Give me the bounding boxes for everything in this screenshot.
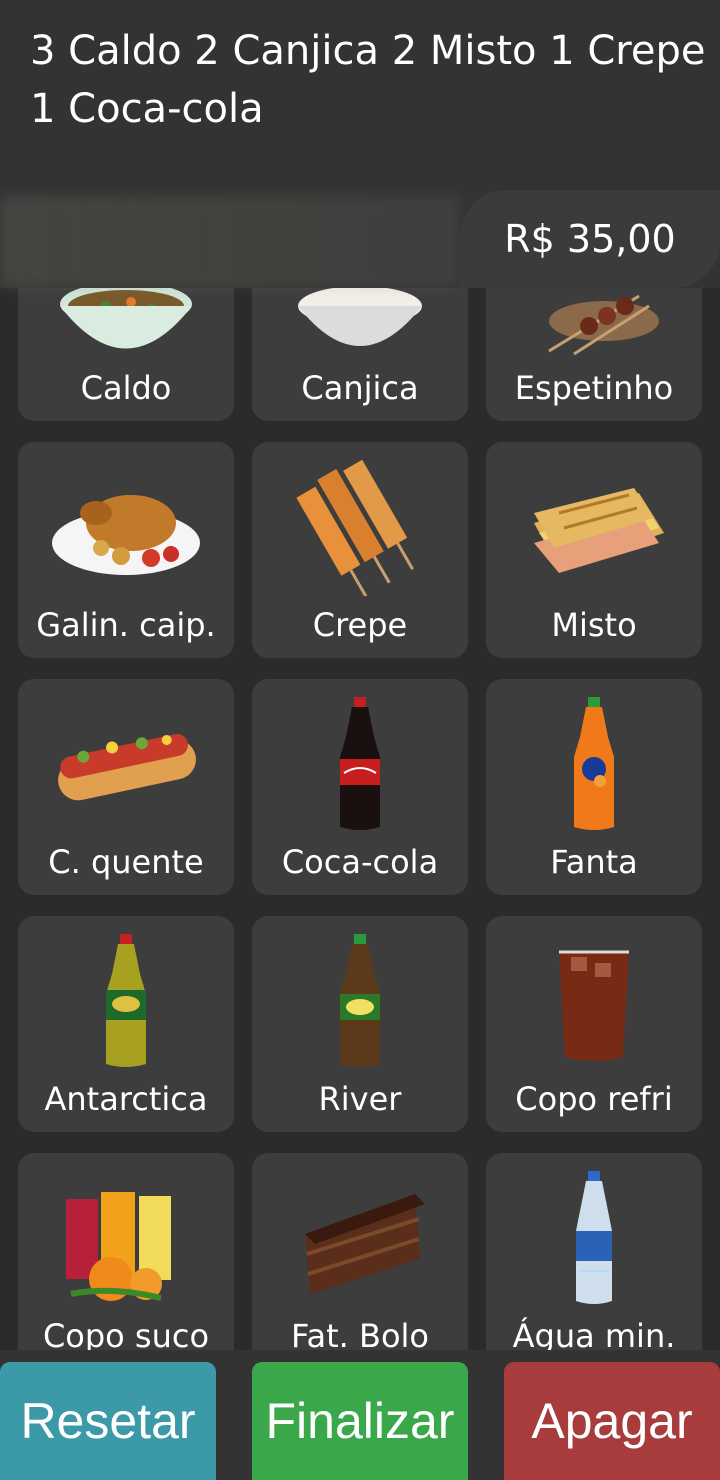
product-tile-cachorro-quente[interactable]: C. quente [18,679,234,895]
hotdog-icon [18,697,234,833]
product-label: Antarctica [44,1080,208,1118]
product-label: River [318,1080,402,1118]
crepe-stick-icon [252,460,468,596]
coca-cola-bottle-icon [252,697,468,833]
product-tile-copo-refri[interactable]: Copo refri [486,916,702,1132]
delete-button[interactable]: Apagar [504,1362,720,1480]
action-bar: Resetar Finalizar Apagar [0,1350,720,1480]
roast-chicken-icon [18,460,234,596]
product-label: Galin. caip. [36,606,216,644]
product-label: C. quente [48,843,204,881]
product-tile-antarctica[interactable]: Antarctica [18,916,234,1132]
product-label: Misto [551,606,637,644]
product-label: Crepe [312,606,408,644]
product-label: Fat. Bolo [291,1317,429,1350]
product-tile-copo-suco[interactable]: Copo suco [18,1153,234,1350]
product-tile-river[interactable]: River [252,916,468,1132]
product-tile-coca-cola[interactable]: Coca-cola [252,679,468,895]
product-tile-fanta[interactable]: Fanta [486,679,702,895]
product-label: Canjica [301,369,419,407]
product-label: Fanta [550,843,638,881]
product-tile-agua-mineral[interactable]: Água min. [486,1153,702,1350]
product-grid[interactable]: Caldo Canjica Espetinho Galin. caip. Cre… [0,205,720,1350]
fanta-bottle-icon [486,697,702,833]
soda-glass-icon [486,934,702,1070]
toasted-sandwich-icon [486,460,702,596]
product-tile-crepe[interactable]: Crepe [252,442,468,658]
juice-glasses-icon [18,1171,234,1307]
finish-button[interactable]: Finalizar [252,1362,468,1480]
product-tile-misto[interactable]: Misto [486,442,702,658]
reset-button[interactable]: Resetar [0,1362,216,1480]
cake-slice-icon [252,1171,468,1307]
product-label: Copo suco [42,1317,210,1350]
product-label: Espetinho [514,369,674,407]
blurred-image-strip [0,196,460,288]
guarana-bottle-icon [18,934,234,1070]
river-bottle-icon [252,934,468,1070]
product-label: Copo refri [515,1080,673,1118]
product-tile-galinha-caipira[interactable]: Galin. caip. [18,442,234,658]
product-label: Caldo [80,369,172,407]
product-label: Água min. [512,1317,676,1350]
order-summary: 3 Caldo 2 Canjica 2 Misto 1 Crepe 1 Coca… [30,28,706,132]
product-tile-fatia-bolo[interactable]: Fat. Bolo [252,1153,468,1350]
product-label: Coca-cola [281,843,439,881]
order-header: 3 Caldo 2 Canjica 2 Misto 1 Crepe 1 Coca… [0,0,720,288]
order-total: R$ 35,00 [460,190,720,288]
water-bottle-icon [486,1171,702,1307]
